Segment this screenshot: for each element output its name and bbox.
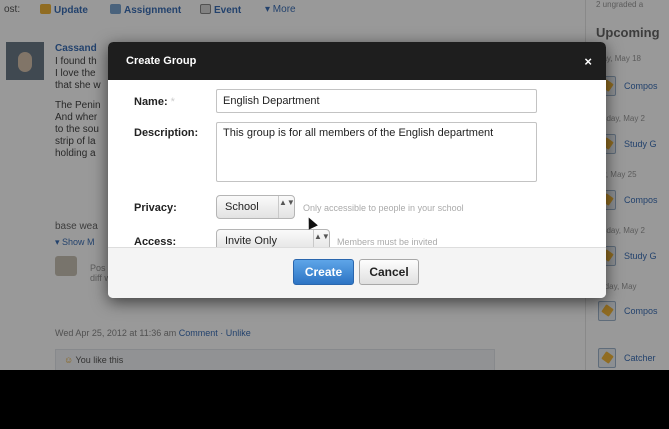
cancel-button[interactable]: Cancel: [359, 259, 419, 285]
dialog-header: Create Group ×: [108, 42, 606, 80]
privacy-label: Privacy:: [134, 202, 177, 214]
description-textarea[interactable]: This group is for all members of the Eng…: [216, 122, 537, 182]
privacy-hint: Only accessible to people in your school: [303, 203, 464, 213]
group-name-input[interactable]: [216, 89, 537, 113]
dialog-title: Create Group: [126, 55, 197, 67]
name-label-text: Name:: [134, 96, 168, 108]
mouse-cursor-icon: [304, 215, 318, 230]
dialog-footer: Create Cancel: [108, 247, 606, 298]
create-button[interactable]: Create: [293, 259, 354, 285]
background-page: ost: Update Assignment Event ▾ More Cass…: [0, 0, 669, 370]
create-group-dialog: Create Group × Name:* Description: This …: [108, 42, 606, 298]
close-icon[interactable]: ×: [584, 54, 592, 69]
required-mark: *: [170, 96, 175, 108]
description-label: Description:: [134, 127, 199, 139]
access-hint: Members must be invited: [337, 237, 438, 247]
video-letterbox: [0, 370, 669, 429]
privacy-select[interactable]: School ▲▼: [216, 195, 295, 219]
select-arrows-icon: ▲▼: [278, 196, 295, 218]
access-selected-value: Invite Only: [225, 235, 277, 247]
privacy-selected-value: School: [225, 201, 259, 213]
name-label: Name: *: [134, 96, 175, 108]
